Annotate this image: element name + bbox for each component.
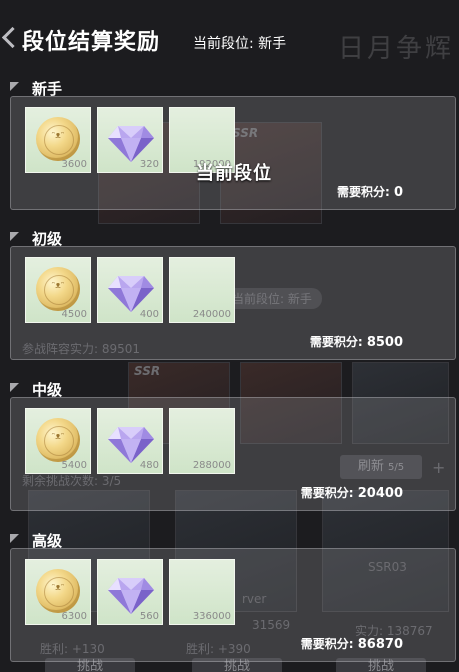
reward-item[interactable]: 288000 [169,408,235,474]
required-points-value: 8500 [366,335,403,350]
reward-coin[interactable]: 3600 [25,107,91,173]
required-points-label: 需要积分: [300,637,354,651]
coin-icon [36,418,80,462]
reward-quantity: 6300 [61,611,87,622]
reward-item[interactable]: 240000 [169,257,235,323]
reward-quantity: 3600 [61,159,87,170]
required-points-label: 需要积分: [336,185,390,199]
reward-coin[interactable]: 5400 [25,408,91,474]
corner-marker [10,383,19,392]
tier-panel: 6300 560 336000 需要积分: 86870 [10,548,456,662]
reward-list: 4500 400 240000 [25,257,235,323]
reward-quantity: 5400 [61,460,87,471]
header: 段位结算奖励 当前段位: 新手 [0,0,459,70]
tier-panel: 3600 320 192000 当前段位 需要积分: 0 [10,96,456,210]
reward-item[interactable]: 336000 [169,559,235,625]
tier-panel: 5400 480 288000 需要积分: 20400 [10,397,456,511]
reward-gem[interactable]: 560 [97,559,163,625]
coin-icon [36,569,80,613]
required-points-value: 86870 [357,637,403,652]
reward-quantity: 560 [139,611,159,622]
reward-quantity: 400 [139,309,159,320]
corner-marker [10,82,19,91]
required-points-value: 20400 [357,486,403,501]
background-card-tag: SSR [134,364,161,378]
corner-marker [10,534,19,543]
reward-gem[interactable]: 400 [97,257,163,323]
tier-advanced: 高级 6300 560 336000 [10,530,456,662]
required-points-label: 需要积分: [300,486,354,500]
required-points-value: 0 [393,185,403,200]
current-tier-label: 当前段位 [196,163,272,184]
current-rank-text: 当前段位: 新手 [193,36,287,52]
reward-quantity: 320 [139,159,159,170]
reward-gem[interactable]: 480 [97,408,163,474]
coin-icon [36,117,80,161]
reward-quantity: 480 [139,460,159,471]
tier-junior: 初级 4500 400 240000 [10,228,456,360]
corner-marker [10,232,19,241]
required-points: 需要积分: 0 [337,183,403,200]
reward-gem[interactable]: 320 [97,107,163,173]
reward-quantity: 4500 [61,309,87,320]
reward-list: 5400 480 288000 [25,408,235,474]
tier-intermediate: 中级 5400 480 288000 [10,379,456,511]
reward-coin[interactable]: 4500 [25,257,91,323]
reward-quantity: 240000 [192,309,231,320]
reward-coin[interactable]: 6300 [25,559,91,625]
required-points: 需要积分: 86870 [301,635,403,652]
required-points: 需要积分: 8500 [310,333,403,350]
back-arrow-icon[interactable] [1,26,24,49]
coin-icon [36,267,80,311]
reward-quantity: 288000 [192,460,231,471]
reward-list: 6300 560 336000 [25,559,235,625]
required-points: 需要积分: 20400 [301,484,403,501]
page-title: 段位结算奖励 [22,30,161,55]
required-points-label: 需要积分: [309,335,363,349]
tier-beginner: 新手 3600 320 192000 [10,78,456,210]
reward-quantity: 336000 [192,611,231,622]
tier-panel: 4500 400 240000 需要积分: 8500 [10,246,456,360]
